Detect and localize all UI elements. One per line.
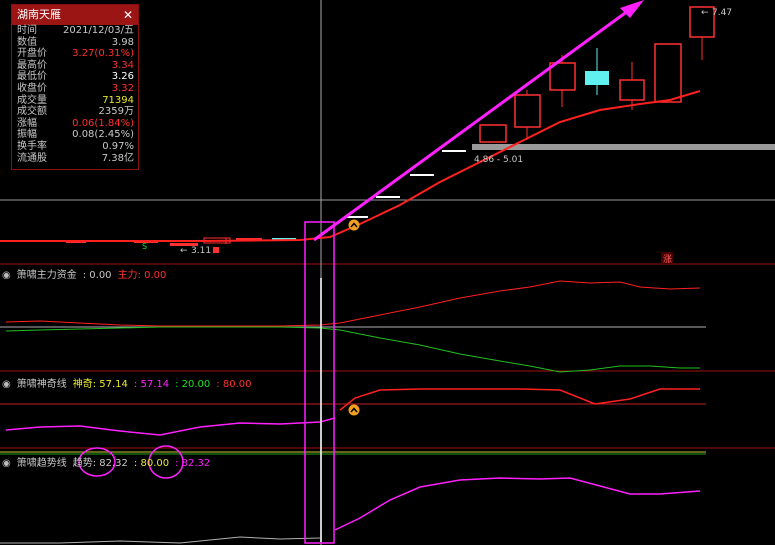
low-annotation: 3.11 <box>191 246 211 256</box>
candle-15 <box>514 94 541 128</box>
buy-signal-icon <box>348 219 360 231</box>
info-row-value: 3.34 <box>111 59 134 71</box>
highlight-box <box>304 221 335 544</box>
candle-18 <box>619 79 645 101</box>
candle-16 <box>549 62 576 91</box>
price-range-bar <box>472 144 775 150</box>
info-row-value: 0.06(1.84%) <box>72 117 134 129</box>
close-icon[interactable]: ✕ <box>123 5 133 25</box>
fund-pane-name: 箫啸主力资金 <box>16 270 77 281</box>
magic-line <box>5 417 336 436</box>
info-row-value: 0.97% <box>102 140 134 152</box>
fund-pane-label: ◉ 箫啸主力资金: 0.00 主力: 0.00 <box>2 266 172 281</box>
magic-pane-name: 箫啸神奇线 <box>16 379 67 390</box>
info-row-label: 最高价 <box>17 59 47 71</box>
high-annotation-arrow: ← <box>701 8 709 18</box>
magic-red-line <box>339 388 700 411</box>
info-row: 时间 2021/12/03/五 <box>12 25 138 37</box>
sell-marker-text: S <box>142 242 147 251</box>
info-row-label: 时间 <box>17 25 37 36</box>
low-marker-icon <box>213 247 219 253</box>
info-row-label: 流通股 <box>17 152 47 164</box>
magic-value-3: : 20.00 <box>175 379 211 390</box>
trend-value-1: : 82.32 <box>92 458 128 469</box>
info-row-label: 数值 <box>17 36 37 48</box>
info-row: 涨幅 0.06(1.84%) <box>12 118 138 130</box>
trend-sub-name: 趋势 <box>72 458 93 469</box>
info-row: 成交额 2359万 <box>12 106 138 118</box>
info-row: 最高价 3.34 <box>12 60 138 72</box>
trend-value-2: : 80.00 <box>133 458 170 469</box>
info-row-value: 7.38亿 <box>101 152 134 164</box>
info-row: 流通股 7.38亿 <box>12 153 138 165</box>
info-row: 换手率 0.97% <box>12 141 138 153</box>
info-row: 数值 3.98 <box>12 37 138 49</box>
price-range-label: 4.86 - 5.01 <box>474 155 523 165</box>
magic-sub-name: 神奇 <box>72 379 93 390</box>
magic-value-1: : 57.14 <box>92 379 128 390</box>
info-row-value: 2359万 <box>98 106 134 118</box>
stock-name: 湖南天雁 <box>17 8 61 21</box>
info-row: 振幅 0.08(2.45%) <box>12 129 138 141</box>
trend-value-3: : 82.32 <box>175 458 211 469</box>
fund-pane-dot-icon: ◉ <box>2 270 11 281</box>
info-row: 收盘价 3.32 <box>12 83 138 95</box>
fund-green-line <box>5 326 700 373</box>
magic-value-2: : 57.14 <box>133 379 170 390</box>
candle-17 <box>585 71 609 85</box>
candle-14 <box>479 124 507 143</box>
info-row-value: 71394 <box>102 94 134 106</box>
magic-value-4: : 80.00 <box>216 379 252 390</box>
trend-pane-dot-icon: ◉ <box>2 458 11 469</box>
info-row-value: 0.08(2.45%) <box>72 129 134 141</box>
info-row-label: 开盘价 <box>17 48 47 60</box>
info-row-value: 3.26 <box>111 71 134 83</box>
trend-arrow-line <box>313 6 633 242</box>
info-row-value: 3.27(0.31%) <box>72 48 134 60</box>
magic-pane-label: ◉ 箫啸神奇线 神奇: 57.14: 57.14: 20.00: 80.00 <box>2 375 257 390</box>
info-row-label: 成交额 <box>17 106 47 118</box>
fund-sub-name: 主力 <box>117 270 138 281</box>
trend-pane-label: ◉ 箫啸趋势线 趋势: 82.32: 80.00: 82.32 <box>2 454 216 469</box>
trend-line <box>334 477 701 531</box>
info-row-value: 2021/12/03/五 <box>62 25 134 36</box>
rise-marker-text: 涨 <box>663 254 672 265</box>
info-row-label: 最低价 <box>17 71 47 83</box>
info-row-label: 收盘价 <box>17 82 47 94</box>
info-row-label: 成交量 <box>17 94 47 106</box>
info-row-value: 3.32 <box>111 82 134 94</box>
trend-gray-line <box>0 536 321 544</box>
trend-pane-name: 箫啸趋势线 <box>16 458 67 469</box>
info-row-label: 换手率 <box>17 140 47 152</box>
info-row: 最低价 3.26 <box>12 71 138 83</box>
info-row: 成交量 71394 <box>12 95 138 107</box>
magic-buy-signal-icon <box>348 404 360 416</box>
info-row: 开盘价 3.27(0.31%) <box>12 48 138 60</box>
info-row-value: 3.98 <box>111 36 134 48</box>
info-row-label: 振幅 <box>17 129 37 141</box>
candle-19 <box>654 43 682 103</box>
info-row-label: 涨幅 <box>17 117 37 129</box>
magic-pane-dot-icon: ◉ <box>2 379 11 390</box>
fund-red-line <box>5 280 701 327</box>
low-annotation-arrow: ← <box>180 246 188 256</box>
info-panel-titlebar[interactable]: 湖南天雁 ✕ <box>12 5 138 25</box>
info-rows: 时间 2021/12/03/五数值 3.98 开盘价 3.27(0.31%) 最高价 3.3… <box>12 25 138 164</box>
fund-sub-value: : 0.00 <box>137 270 167 281</box>
fund-pane-value: : 0.00 <box>82 270 112 281</box>
high-annotation: 7.47 <box>712 8 732 18</box>
info-panel: 湖南天雁 ✕ 时间 2021/12/03/五数值 3.98 开盘价 3.27(0.31%… <box>11 4 139 170</box>
